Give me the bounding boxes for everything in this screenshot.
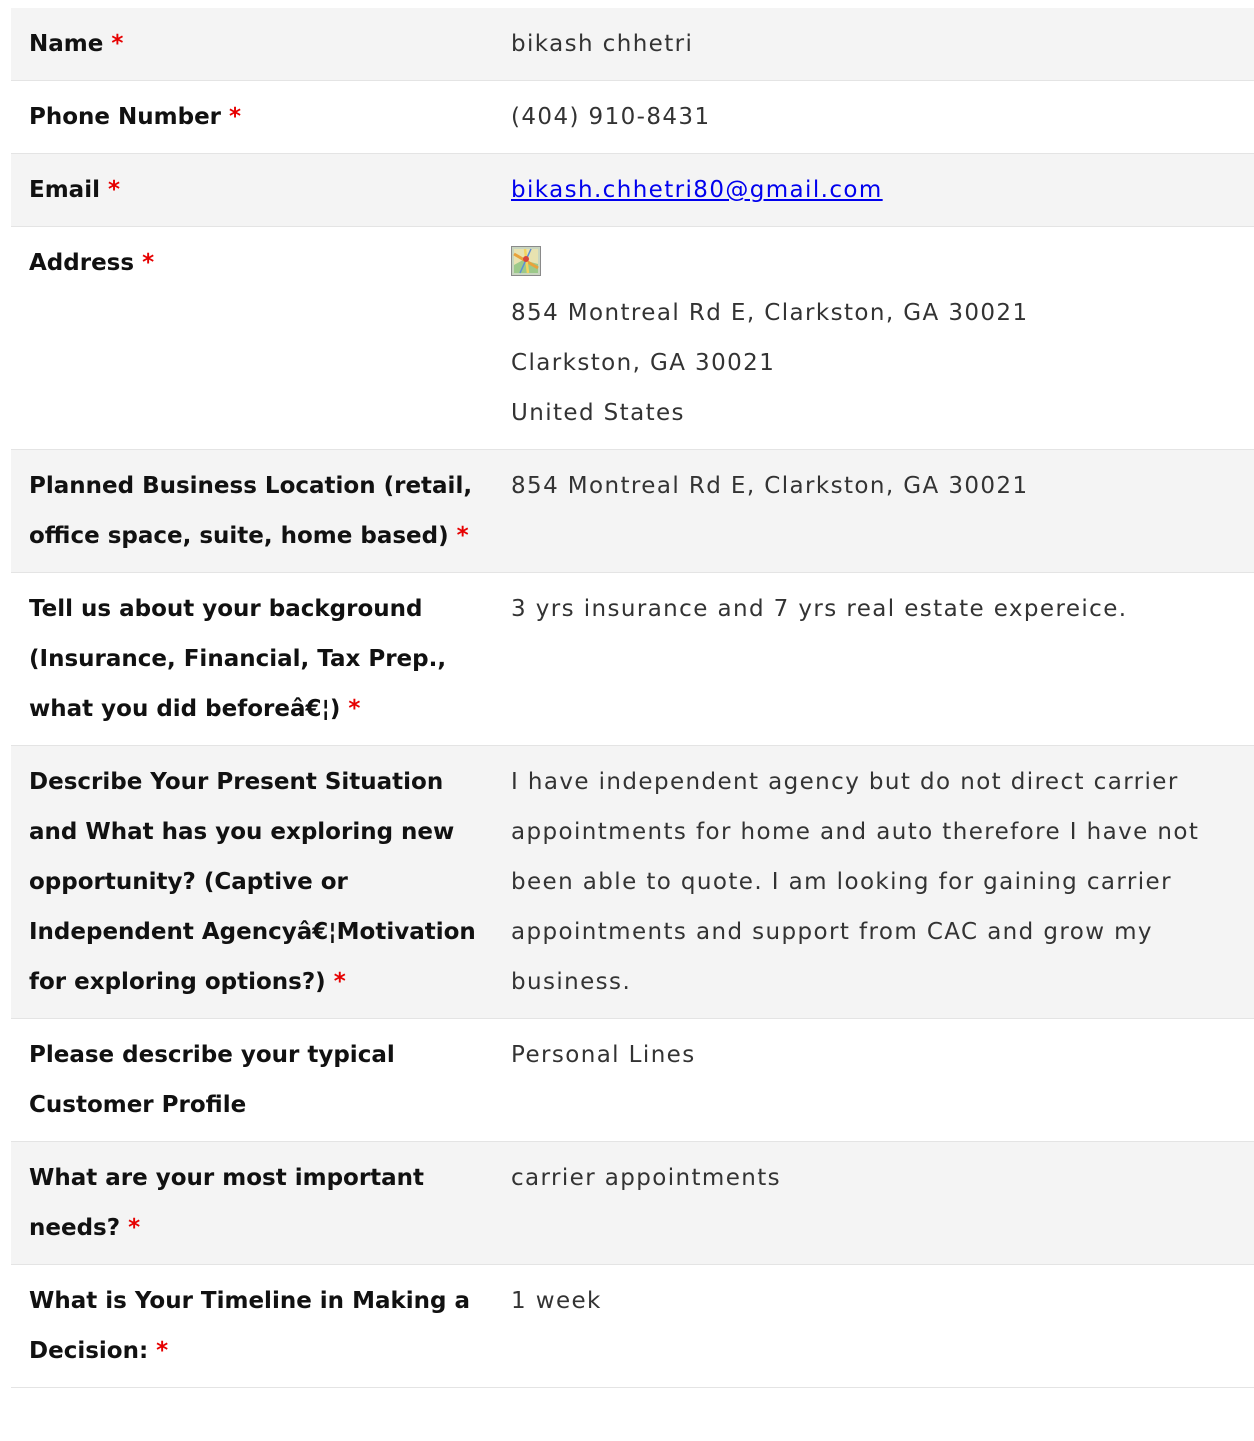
address-value: 854 Montreal Rd E, Clarkston, GA 30021 C…: [493, 216, 1254, 460]
address-line-2: Clarkston, GA 30021: [511, 350, 776, 376]
background-value: 3 yrs insurance and 7 yrs real estate ex…: [511, 596, 1128, 622]
timeline-label: What is Your Timeline in Making a Decisi…: [29, 1288, 471, 1364]
row-needs: What are your most important needs? * car…: [11, 1142, 1254, 1265]
map-icon[interactable]: [511, 246, 541, 276]
phone-label: Phone Number: [29, 104, 222, 130]
situation-label: Describe Your Present Situation and What…: [29, 769, 476, 995]
row-background: Tell us about your background (Insurance…: [11, 573, 1254, 746]
row-timeline: What is Your Timeline in Making a Decisi…: [11, 1265, 1254, 1388]
customer-profile-label: Please describe your typical Customer Pr…: [29, 1042, 395, 1118]
map-link[interactable]: [511, 238, 1236, 288]
field-label: Address *: [11, 216, 493, 460]
situation-value: I have independent agency but do not dir…: [511, 769, 1200, 995]
required-marker: *: [229, 104, 242, 130]
required-marker: *: [107, 177, 120, 203]
required-marker: *: [456, 523, 469, 549]
row-situation: Describe Your Present Situation and What…: [11, 746, 1254, 1019]
required-marker: *: [142, 250, 155, 276]
row-address: Address * 854 Montreal Rd E, Clarkston, G…: [11, 227, 1254, 450]
row-business-location: Planned Business Location (retail, offic…: [11, 450, 1254, 573]
email-label: Email: [29, 177, 100, 203]
field-label: Describe Your Present Situation and What…: [11, 735, 493, 1029]
business-location-label: Planned Business Location (retail, offic…: [29, 473, 473, 549]
field-label: Tell us about your background (Insurance…: [11, 562, 493, 756]
timeline-value: 1 week: [511, 1288, 602, 1314]
email-link[interactable]: bikash.chhetri80@gmail.com: [511, 177, 883, 203]
required-marker: *: [156, 1338, 169, 1364]
address-line-1: 854 Montreal Rd E, Clarkston, GA 30021: [511, 300, 1029, 326]
address-line-3: United States: [511, 400, 685, 426]
required-marker: *: [333, 969, 346, 995]
required-marker: *: [348, 696, 361, 722]
address-label: Address: [29, 250, 135, 276]
background-label: Tell us about your background (Insurance…: [29, 596, 447, 722]
row-customer-profile: Please describe your typical Customer Pr…: [11, 1019, 1254, 1142]
required-marker: *: [128, 1215, 141, 1241]
required-marker: *: [111, 31, 124, 57]
field-label: What is Your Timeline in Making a Decisi…: [11, 1254, 493, 1398]
form-entry-table: Name * bikash chhetri Phone Number * (404)…: [11, 8, 1254, 1388]
needs-label: What are your most important needs?: [29, 1165, 425, 1241]
name-label: Name: [29, 31, 104, 57]
